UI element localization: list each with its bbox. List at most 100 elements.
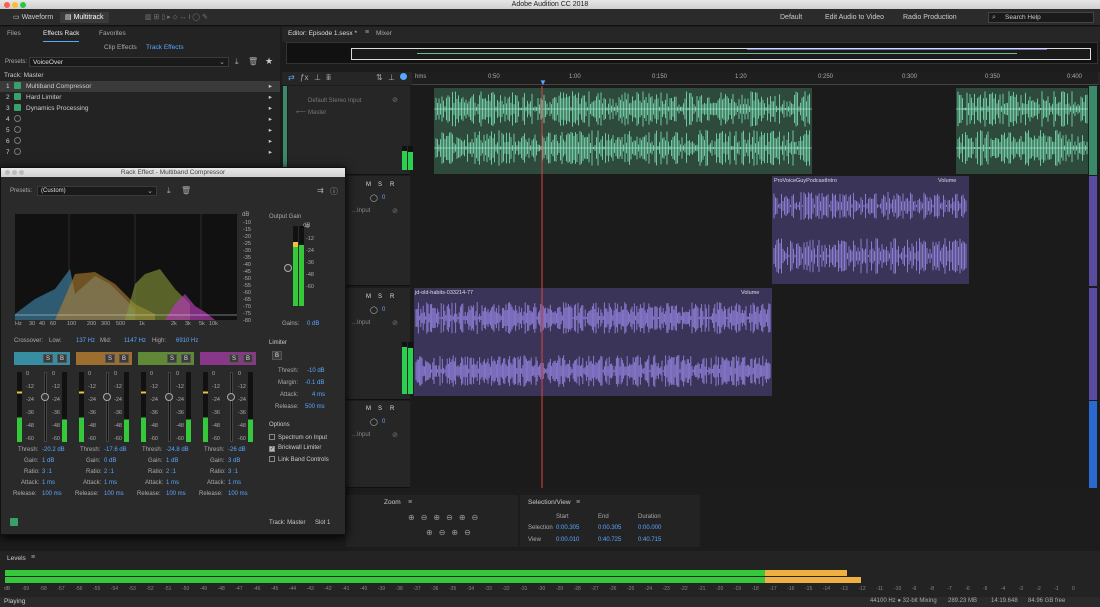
save-preset-icon[interactable]: ⤓: [167, 186, 171, 196]
limiter-bypass-button[interactable]: B: [272, 351, 282, 360]
power-icon[interactable]: [14, 115, 21, 122]
band-4-thresh-value[interactable]: -26 dB: [228, 447, 246, 453]
effect-slot-7[interactable]: 7 ▸: [0, 147, 280, 158]
track-input[interactable]: ...Input: [352, 432, 370, 438]
band-1-release-value[interactable]: 100 ms: [42, 491, 62, 497]
output-gain-handle[interactable]: [284, 264, 292, 272]
fx-icon[interactable]: ƒx: [300, 73, 308, 82]
record-button[interactable]: R: [390, 182, 394, 188]
tab-editor[interactable]: Editor: Episode 1.sesx *: [288, 30, 357, 37]
metronome-icon[interactable]: [400, 73, 407, 80]
solo-button[interactable]: S: [378, 182, 382, 188]
clip-volume-label[interactable]: Volume: [938, 178, 956, 184]
brickwall-limiter-checkbox[interactable]: ✓ Brickwall Limiter: [269, 445, 321, 452]
limiter-margin-value[interactable]: -0.1 dB: [305, 380, 324, 386]
power-icon[interactable]: [10, 518, 18, 526]
band-1-threshold-fader[interactable]: [44, 372, 47, 442]
sends-icon[interactable]: ⊥: [314, 73, 321, 82]
gain-value[interactable]: 0 dB: [307, 321, 319, 327]
power-icon[interactable]: [14, 148, 21, 155]
crossover-mid-value[interactable]: 1147 Hz: [124, 338, 146, 344]
band-3-gain-value[interactable]: 1 dB: [166, 458, 178, 464]
view-start[interactable]: 0:00.010: [556, 537, 579, 543]
clip-volume-label[interactable]: Volume: [741, 290, 759, 296]
band-3-threshold-fader[interactable]: [168, 372, 171, 442]
search-help-field[interactable]: ⌕ Search Help: [988, 12, 1094, 23]
menu-icon[interactable]: ≡: [576, 499, 580, 506]
record-arm-icon[interactable]: ⊘: [392, 319, 398, 327]
volume-knob-icon[interactable]: ◯: [370, 306, 378, 314]
menu-icon[interactable]: ≡: [365, 29, 369, 36]
close-dialog-icon[interactable]: [5, 170, 10, 175]
tab-mixer[interactable]: Mixer: [376, 30, 392, 37]
volume-value[interactable]: 0: [382, 195, 385, 201]
effect-slot-1[interactable]: 1 Multiband Compressor ▸: [0, 81, 280, 92]
band-1-attack-value[interactable]: 1 ms: [42, 480, 55, 486]
zoom-window-icon[interactable]: [20, 2, 26, 8]
chevron-right-icon[interactable]: ▸: [269, 114, 272, 125]
mute-button[interactable]: M: [366, 294, 371, 300]
zoom-buttons[interactable]: ⊕⊖⊕⊖⊕⊖: [408, 513, 484, 522]
band-4-release-value[interactable]: 100 ms: [228, 491, 248, 497]
tab-effects-rack[interactable]: Effects Rack: [43, 27, 80, 42]
workspace-default[interactable]: Default: [775, 12, 807, 23]
record-button[interactable]: R: [390, 406, 394, 412]
band-2-gain-value[interactable]: 0 dB: [104, 458, 116, 464]
menu-icon[interactable]: ≡: [31, 554, 35, 561]
zoom-dialog-icon[interactable]: [19, 170, 24, 175]
presets-dropdown[interactable]: VoiceOver ⌄: [29, 57, 229, 67]
tab-files[interactable]: Files: [7, 27, 21, 41]
crossover-high-value[interactable]: 6910 Hz: [176, 338, 198, 344]
band-1-gain-value[interactable]: 1 dB: [42, 458, 54, 464]
band-2-bypass-button[interactable]: B: [119, 354, 129, 363]
band-3-thresh-value[interactable]: -24.8 dB: [166, 447, 189, 453]
power-icon[interactable]: [14, 82, 21, 89]
chevron-right-icon[interactable]: ▸: [269, 81, 272, 92]
band-1-thresh-value[interactable]: -20.2 dB: [42, 447, 65, 453]
chevron-right-icon[interactable]: ▸: [269, 92, 272, 103]
band-4-threshold-handle[interactable]: [227, 393, 235, 401]
band-4-attack-value[interactable]: 1 ms: [228, 480, 241, 486]
minimize-dialog-icon[interactable]: [12, 170, 17, 175]
info-icon[interactable]: ⓘ: [330, 186, 338, 197]
tab-clip-effects[interactable]: Clip Effects: [104, 41, 137, 55]
band-3-solo-button[interactable]: S: [167, 354, 177, 363]
delete-preset-icon[interactable]: 🗑: [181, 186, 191, 195]
record-arm-icon[interactable]: ⊘: [392, 207, 398, 215]
power-icon[interactable]: [14, 137, 21, 144]
band-2-release-value[interactable]: 100 ms: [104, 491, 124, 497]
band-4-ratio-value[interactable]: 3 :1: [228, 469, 238, 475]
dialog-title-bar[interactable]: Rack Effect - Multiband Compressor: [1, 168, 345, 177]
volume-value[interactable]: 0: [382, 307, 385, 313]
band-2-solo-button[interactable]: S: [105, 354, 115, 363]
mute-button[interactable]: M: [366, 406, 371, 412]
band-3-ratio-value[interactable]: 2 :1: [166, 469, 176, 475]
workspace-edit-audio-to-video[interactable]: Edit Audio to Video: [820, 12, 889, 23]
record-arm-icon[interactable]: ⊘: [392, 431, 398, 439]
band-1-bypass-button[interactable]: B: [57, 354, 67, 363]
track-output[interactable]: Master: [308, 110, 326, 116]
effect-slot-2[interactable]: 2 Hard Limiter ▸: [0, 92, 280, 103]
band-1-ratio-value[interactable]: 3 :1: [42, 469, 52, 475]
sort-icon[interactable]: ⇅: [376, 73, 383, 82]
eq-icon[interactable]: ⅲ: [326, 73, 331, 82]
save-preset-icon[interactable]: ⤓: [235, 57, 239, 67]
band-2-ratio-value[interactable]: 2 :1: [104, 469, 114, 475]
tab-track-effects[interactable]: Track Effects: [146, 41, 184, 55]
mute-button[interactable]: M: [366, 182, 371, 188]
effect-slot-5[interactable]: 5 ▸: [0, 125, 280, 136]
multitrack-view-button[interactable]: ▤ Multitrack: [60, 12, 109, 23]
view-duration[interactable]: 0:40.715: [638, 537, 661, 543]
effect-slot-3[interactable]: 3 Dynamics Processing ▸: [0, 103, 280, 114]
record-arm-icon[interactable]: ⊘: [392, 96, 398, 104]
band-4-gain-value[interactable]: 3 dB: [228, 458, 240, 464]
solo-button[interactable]: S: [378, 406, 382, 412]
track-input[interactable]: ...Input: [352, 208, 370, 214]
session-overview[interactable]: [286, 42, 1098, 64]
band-3-bypass-button[interactable]: B: [181, 354, 191, 363]
volume-value[interactable]: 0: [382, 419, 385, 425]
time-ruler[interactable]: hms 0:50 1:00 0:150 1:20 0:250 0:300 0:3…: [412, 72, 1098, 87]
voice-clip-2[interactable]: [956, 88, 1088, 174]
chevron-right-icon[interactable]: ▸: [269, 125, 272, 136]
workspace-radio-production[interactable]: Radio Production: [898, 12, 962, 23]
